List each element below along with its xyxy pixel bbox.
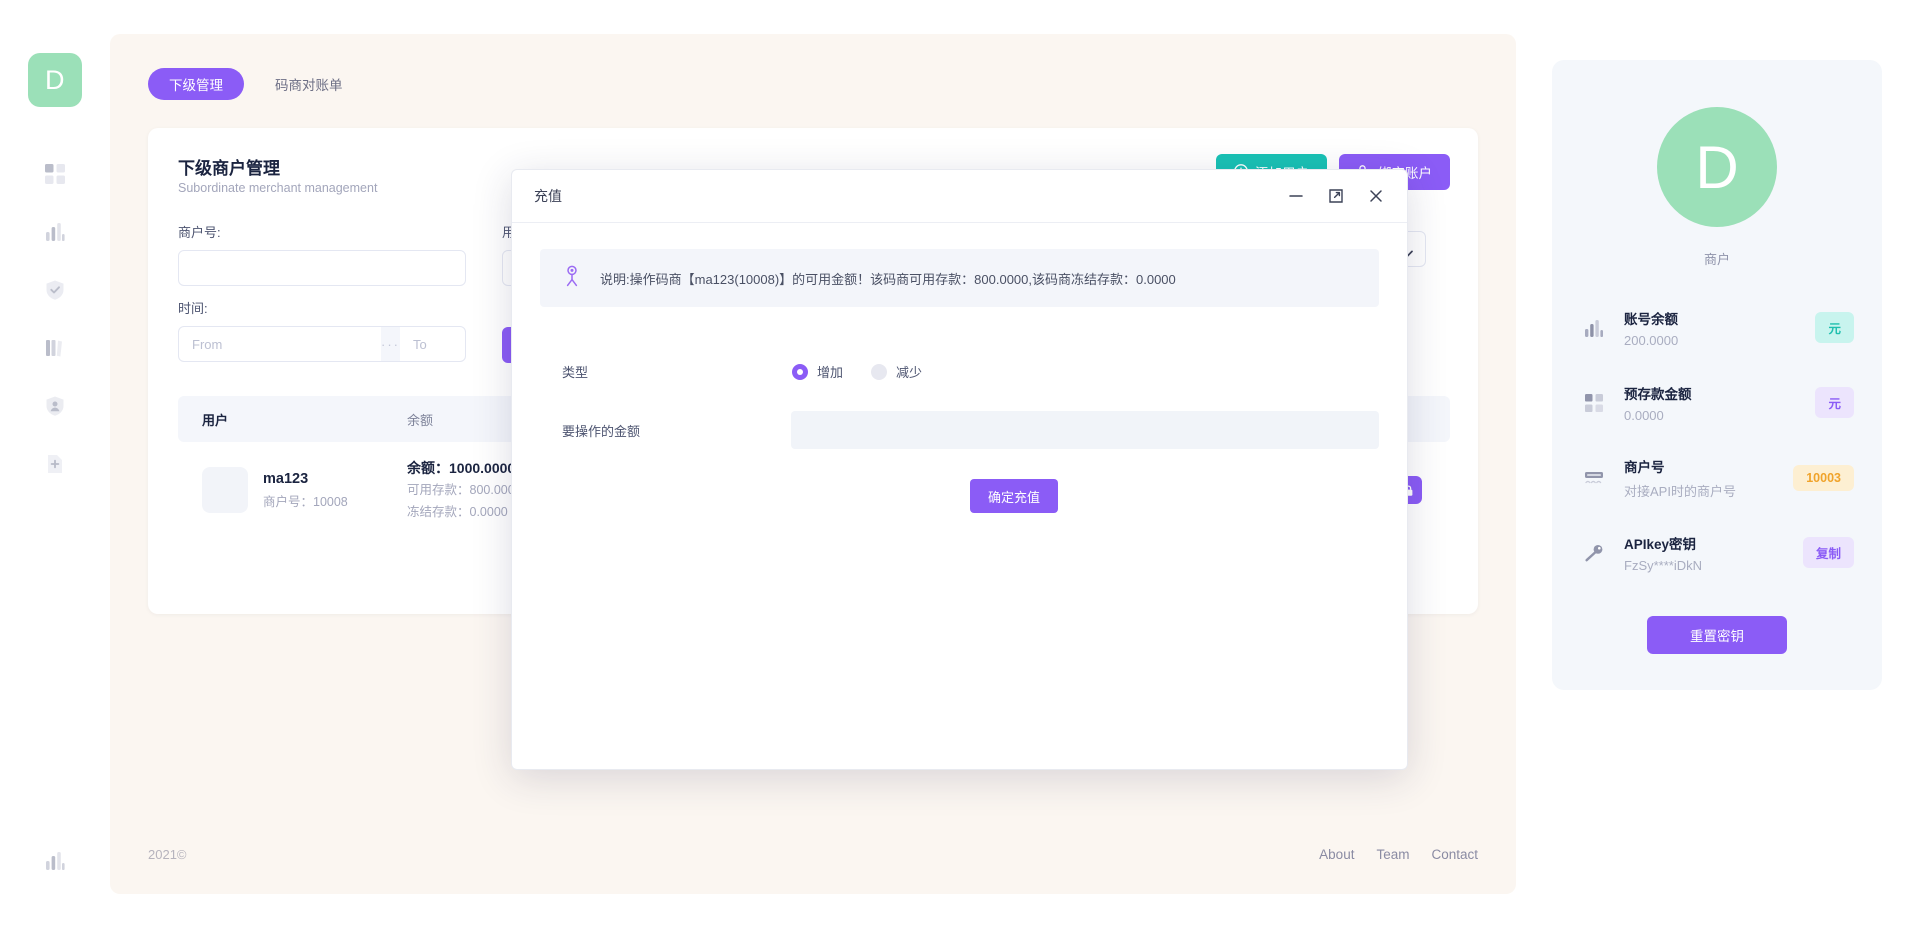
filter-time-range: 时间: ··· [178,298,466,362]
date-from-input[interactable] [179,327,381,361]
profile-role: 商户 [1552,249,1882,268]
date-range-separator: ··· [381,327,400,361]
footer: 2021© About Team Contact [148,847,1478,862]
info-value: 对接API时的商户号 [1624,481,1777,500]
status-badge: 10003 [1793,465,1854,491]
dialog-window-controls [1287,187,1385,205]
footer-link-contact[interactable]: Contact [1431,847,1478,862]
filter-time-label: 时间: [178,298,466,317]
profile-info-list: 账号余额 200.0000 元 预存款金额 0.0000 元 [1552,290,1882,590]
date-range-picker[interactable]: ··· [178,326,466,362]
amount-input[interactable] [791,411,1379,449]
info-text-wrap: APIkey密钥 FzSy****iDkN [1624,533,1787,573]
type-radio-group: 增加 减少 [792,362,922,381]
page-title: 下级商户管理 [178,154,280,179]
shield-check-icon[interactable] [40,275,70,305]
radio-decrease[interactable]: 减少 [871,362,922,381]
radio-dot-selected-icon [792,364,808,380]
info-banner: 说明:操作码商【ma123(10008)】的可用金额！该码商可用存款：800.0… [540,249,1379,307]
filter-merchant-no-label: 商户号: [178,222,466,241]
radio-increase-label: 增加 [817,362,843,381]
info-title: 商户号 [1624,456,1777,476]
chart-bars-icon[interactable] [40,217,70,247]
dashboard-icon[interactable] [40,159,70,189]
dialog-titlebar: 充值 [512,170,1407,223]
app-logo[interactable]: D [28,53,82,107]
footer-link-about[interactable]: About [1319,847,1354,862]
shield-user-icon[interactable] [40,391,70,421]
rail-icon-list [40,159,70,479]
avatar [202,467,248,513]
user-name: ma123 [263,471,348,487]
rail-bottom-icon-wrap [0,846,110,876]
info-value: 200.0000 [1624,333,1799,348]
form-row-amount: 要操作的金额 [562,411,1379,449]
reset-key-button[interactable]: 重置密钥 [1647,616,1787,654]
tab-merchant-statement[interactable]: 码商对账单 [254,68,364,100]
info-title: 预存款金额 [1624,383,1799,403]
info-person-icon [562,265,582,292]
info-row-prepaid-amount: 预存款金额 0.0000 元 [1580,365,1854,440]
amount-label: 要操作的金额 [562,421,791,440]
radio-decrease-label: 减少 [896,362,922,381]
info-text-wrap: 商户号 对接API时的商户号 [1624,456,1777,500]
minimize-icon[interactable] [1287,187,1305,205]
recharge-form: 类型 增加 减少 要操作的金额 [540,362,1379,513]
maximize-icon[interactable] [1327,187,1345,205]
card-icon [1580,468,1608,488]
info-banner-text: 说明:操作码商【ma123(10008)】的可用金额！该码商可用存款：800.0… [600,269,1176,288]
page-subtitle: Subordinate merchant management [178,181,377,195]
user-merchant-no: 商户号：10008 [263,491,348,510]
footer-link-team[interactable]: Team [1376,847,1409,862]
close-icon[interactable] [1367,187,1385,205]
form-row-type: 类型 增加 减少 [562,362,1379,381]
type-label: 类型 [562,362,792,381]
profile-avatar: D [1657,107,1777,227]
status-badge: 元 [1815,312,1854,343]
info-value: FzSy****iDkN [1624,558,1787,573]
date-to-input[interactable] [400,327,466,361]
add-file-icon[interactable] [40,449,70,479]
chart-bars-icon [1580,318,1608,338]
chart-bars-icon[interactable] [40,846,70,876]
info-text-wrap: 账号余额 200.0000 [1624,308,1799,348]
tab-subordinate-management[interactable]: 下级管理 [148,68,244,100]
copy-button[interactable]: 复制 [1803,537,1854,568]
info-text-wrap: 预存款金额 0.0000 [1624,383,1799,423]
footer-links: About Team Contact [1319,847,1478,862]
info-value: 0.0000 [1624,408,1799,423]
table-cell-user: ma123 商户号：10008 [202,467,407,513]
confirm-recharge-button[interactable]: 确定充值 [970,479,1058,513]
dialog-body: 说明:操作码商【ma123(10008)】的可用金额！该码商可用存款：800.0… [512,223,1407,513]
books-icon[interactable] [40,333,70,363]
copyright: 2021© [148,847,187,862]
radio-increase[interactable]: 增加 [792,362,843,381]
status-badge: 元 [1815,387,1854,418]
merchant-no-input[interactable] [178,250,466,286]
left-rail: D [0,0,110,928]
app-root: D [0,0,1919,928]
info-row-api-key: APIkey密钥 FzSy****iDkN 复制 [1580,515,1854,590]
profile-panel: D 商户 账号余额 200.0000 元 预存款金额 0.0000 [1552,60,1882,690]
info-row-account-balance: 账号余额 200.0000 元 [1580,290,1854,365]
grid-icon [1580,393,1608,413]
info-title: APIkey密钥 [1624,533,1787,553]
recharge-dialog: 充值 说明:操作码商【ma123(10008)】的可用金额！该码商可用存款：80… [511,169,1408,770]
info-title: 账号余额 [1624,308,1799,328]
tab-bar: 下级管理 码商对账单 [148,68,364,100]
radio-dot-icon [871,364,887,380]
filter-merchant-no: 商户号: [178,222,466,286]
column-header-user: 用户 [202,410,407,429]
info-row-merchant-no: 商户号 对接API时的商户号 10003 [1580,440,1854,515]
dialog-title: 充值 [534,186,1287,206]
key-icon [1580,543,1608,563]
